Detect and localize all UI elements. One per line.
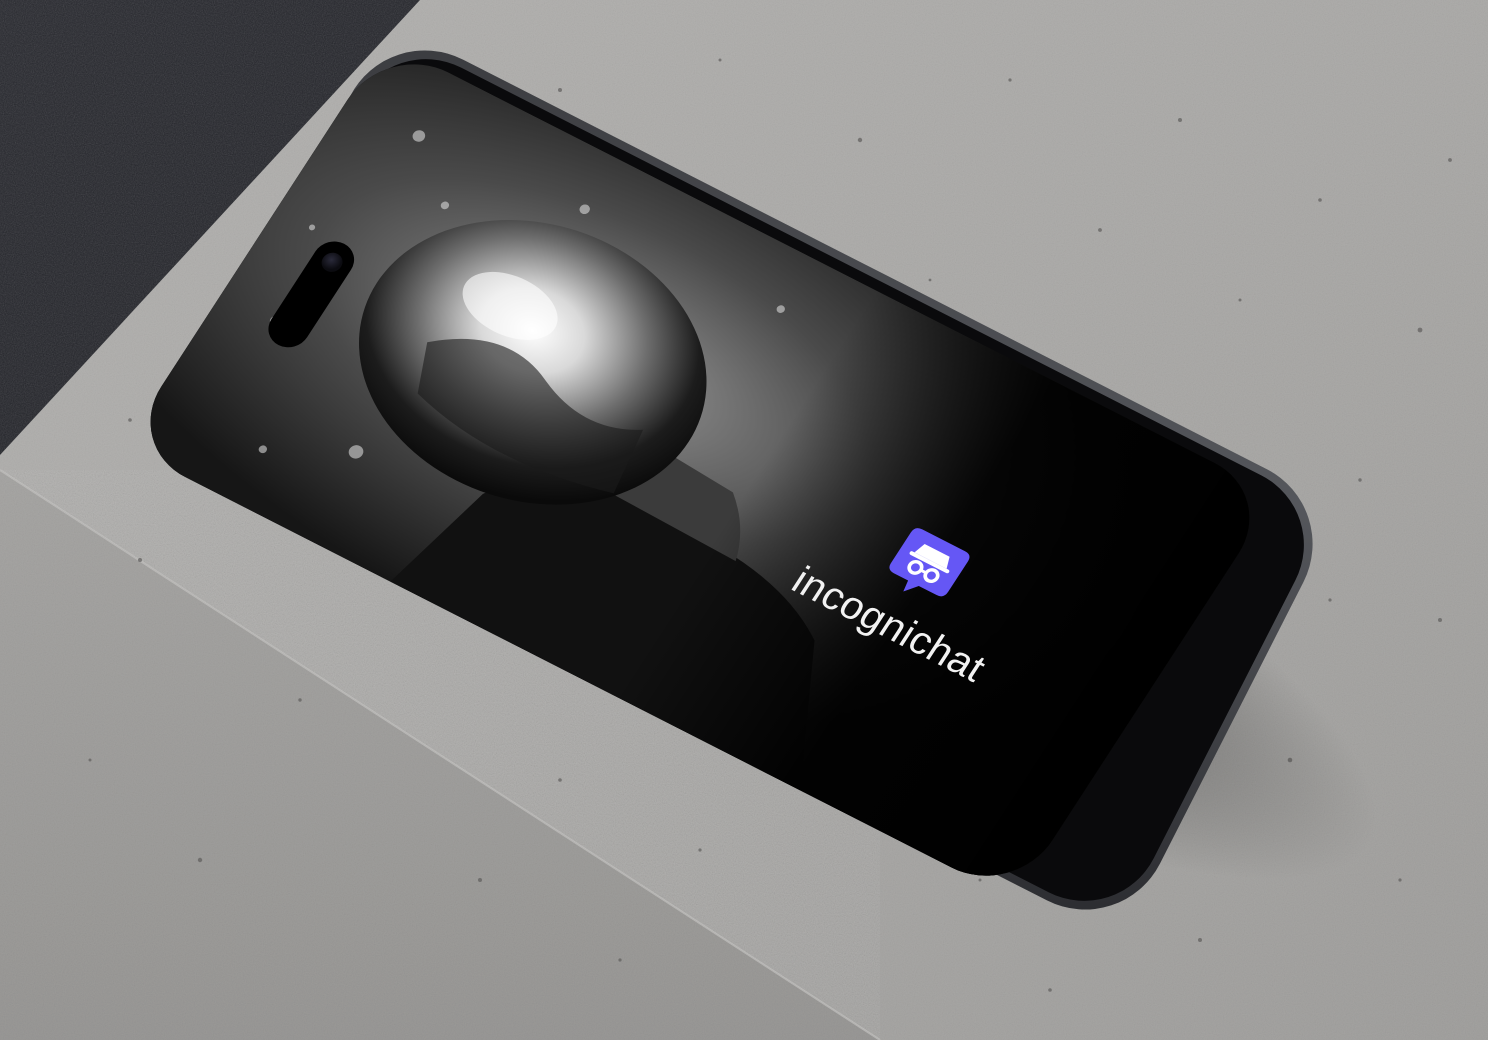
front-camera bbox=[317, 249, 347, 276]
mockup-scene: incognichat bbox=[0, 0, 1488, 1040]
